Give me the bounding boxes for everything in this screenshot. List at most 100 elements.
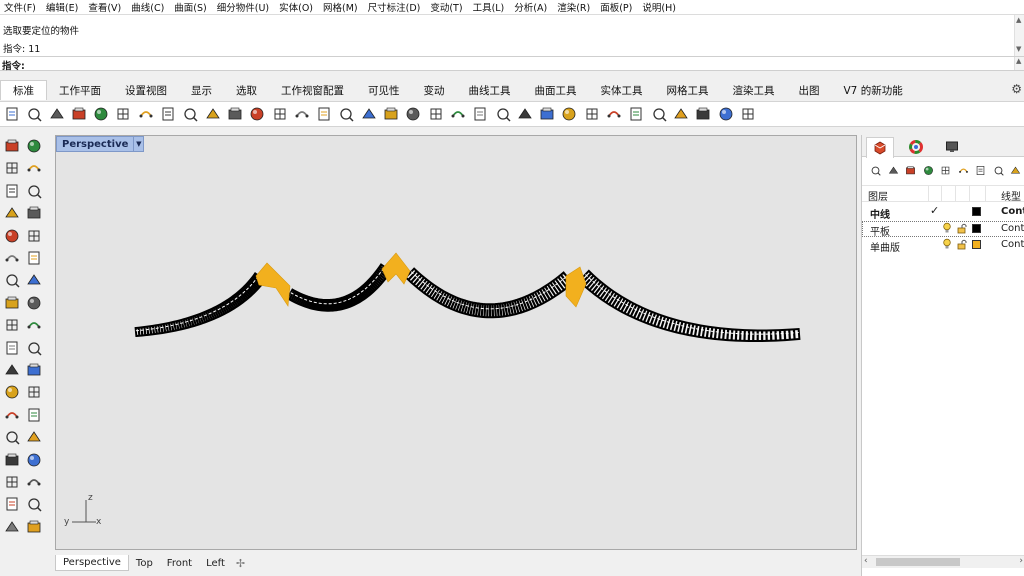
save-button[interactable] bbox=[48, 105, 66, 123]
new-button[interactable] bbox=[3, 105, 21, 123]
toolbar-tab[interactable]: 出图 bbox=[787, 80, 832, 100]
sphere-button[interactable] bbox=[560, 105, 578, 123]
scroll-right-icon[interactable]: › bbox=[1019, 556, 1023, 566]
rectangle-tool[interactable] bbox=[24, 203, 44, 223]
viewport-tab[interactable]: Top bbox=[129, 556, 160, 571]
command-input-scrollbar[interactable]: ▲ bbox=[1014, 57, 1024, 70]
menu-item[interactable]: 变动(T) bbox=[430, 0, 462, 14]
globe-button[interactable] bbox=[694, 105, 712, 123]
lock-button[interactable] bbox=[494, 105, 512, 123]
open-button[interactable] bbox=[25, 105, 43, 123]
perspective-viewport[interactable]: z x y Perspective ▼ bbox=[55, 135, 857, 550]
move-left-icon[interactable] bbox=[958, 163, 969, 177]
cut-button[interactable] bbox=[114, 105, 132, 123]
layer-name[interactable]: 平板 bbox=[870, 223, 890, 238]
layer-linetype[interactable]: Cont bbox=[1001, 206, 1024, 217]
layer-name[interactable]: 单曲版 bbox=[870, 239, 900, 254]
extend-tool[interactable] bbox=[24, 360, 44, 380]
four-view-button[interactable] bbox=[360, 105, 378, 123]
zoom-extents-button[interactable] bbox=[293, 105, 311, 123]
scroll-down-icon[interactable]: ▼ bbox=[1016, 45, 1021, 53]
zoom-button[interactable] bbox=[248, 105, 266, 123]
grid-array-tool[interactable] bbox=[2, 472, 22, 492]
zoom-window-button[interactable] bbox=[271, 105, 289, 123]
rotate-view-button[interactable] bbox=[337, 105, 355, 123]
new-sublayer-icon[interactable] bbox=[888, 163, 899, 177]
menu-item[interactable]: 说明(H) bbox=[642, 0, 676, 14]
toolbar-tab[interactable]: V7 的新功能 bbox=[832, 80, 915, 100]
polygon-tool[interactable] bbox=[2, 203, 22, 223]
undo-button[interactable] bbox=[181, 105, 199, 123]
grid-snap-button[interactable] bbox=[449, 105, 467, 123]
layer-row[interactable]: 平板 Cont bbox=[862, 220, 1024, 238]
print-button[interactable] bbox=[70, 105, 88, 123]
gear-icon[interactable]: ⚙ bbox=[1011, 82, 1022, 96]
menu-item[interactable]: 曲线(C) bbox=[131, 0, 164, 14]
chevron-down-icon[interactable]: ▼ bbox=[133, 137, 143, 151]
toolbar-tab[interactable]: 渲染工具 bbox=[721, 80, 787, 100]
delete-icon[interactable] bbox=[905, 163, 916, 177]
dimension-button[interactable] bbox=[672, 105, 690, 123]
array-tool[interactable] bbox=[2, 427, 22, 447]
boolean-tool[interactable] bbox=[2, 315, 22, 335]
toolbar-tab[interactable]: 标准 bbox=[0, 80, 47, 100]
circle-tan-tool[interactable] bbox=[2, 226, 22, 246]
dot-tool[interactable] bbox=[24, 450, 44, 470]
control-point-curve-tool[interactable] bbox=[24, 158, 44, 178]
block-tool[interactable] bbox=[2, 450, 22, 470]
paint-tool[interactable] bbox=[24, 517, 44, 537]
command-input[interactable]: 指令: ▲ bbox=[0, 56, 1024, 72]
menu-item[interactable]: 面板(P) bbox=[600, 0, 632, 14]
command-history-scrollbar[interactable]: ▲ ▼ bbox=[1014, 15, 1024, 57]
toolbar-tab[interactable]: 曲线工具 bbox=[457, 80, 523, 100]
viewport-tab[interactable]: Perspective bbox=[55, 555, 129, 571]
unlock-icon[interactable] bbox=[957, 223, 967, 234]
layer-row[interactable]: 单曲版 Cont bbox=[862, 237, 1024, 254]
toolbar-tab[interactable]: 选取 bbox=[224, 80, 269, 100]
ellipse-tool[interactable] bbox=[24, 181, 44, 201]
scale-tool[interactable] bbox=[24, 405, 44, 425]
tools-icon[interactable] bbox=[1010, 163, 1021, 177]
layer-button[interactable] bbox=[516, 105, 534, 123]
layer-linetype[interactable]: Cont bbox=[1001, 239, 1024, 250]
zoom-selected-button[interactable] bbox=[315, 105, 333, 123]
bulb-button[interactable] bbox=[471, 105, 489, 123]
help-button[interactable] bbox=[717, 105, 735, 123]
color-wheel-button[interactable] bbox=[538, 105, 556, 123]
blend-tool[interactable] bbox=[2, 360, 22, 380]
toolbar-tab[interactable]: 设置视图 bbox=[113, 80, 179, 100]
box-tool[interactable] bbox=[2, 270, 22, 290]
render-sphere-button[interactable] bbox=[605, 105, 623, 123]
menu-item[interactable]: 分析(A) bbox=[514, 0, 547, 14]
left-strip[interactable] bbox=[134, 272, 267, 338]
shaded-sphere-button[interactable] bbox=[583, 105, 601, 123]
tab-properties[interactable] bbox=[902, 137, 930, 156]
circle-view-button[interactable] bbox=[427, 105, 445, 123]
point-tool[interactable] bbox=[24, 136, 44, 156]
viewport-title-label[interactable]: Perspective bbox=[57, 139, 133, 150]
visible-bulb-icon[interactable] bbox=[942, 238, 952, 250]
new-layer-icon[interactable] bbox=[870, 163, 881, 177]
gears-button[interactable] bbox=[650, 105, 668, 123]
move-down-icon[interactable] bbox=[940, 163, 951, 177]
middle-left-strip[interactable] bbox=[286, 263, 393, 312]
middle-right-strip[interactable] bbox=[404, 267, 574, 319]
unlock-icon[interactable] bbox=[957, 239, 967, 250]
toolbar-tab[interactable]: 变动 bbox=[412, 80, 457, 100]
tab-layers[interactable] bbox=[866, 137, 894, 158]
cylinder-tool[interactable] bbox=[2, 293, 22, 313]
menu-item[interactable]: 工具(L) bbox=[473, 0, 505, 14]
yellow-joint-left[interactable] bbox=[255, 262, 291, 307]
toolbar-tab[interactable]: 曲面工具 bbox=[523, 80, 589, 100]
scroll-up-icon[interactable]: ▲ bbox=[1016, 16, 1021, 24]
menu-item[interactable]: 网格(M) bbox=[323, 0, 358, 14]
toolbar-tab[interactable]: 实体工具 bbox=[589, 80, 655, 100]
revolve-tool[interactable] bbox=[24, 248, 44, 268]
options-button[interactable] bbox=[739, 105, 757, 123]
filter-icon[interactable] bbox=[975, 163, 986, 177]
toolbar-tab[interactable]: 工作平面 bbox=[47, 80, 113, 100]
layer-color-swatch[interactable] bbox=[972, 207, 981, 216]
model-drawing[interactable]: z x y bbox=[56, 136, 856, 549]
move-view-button[interactable] bbox=[226, 105, 244, 123]
mirror-tool[interactable] bbox=[24, 427, 44, 447]
